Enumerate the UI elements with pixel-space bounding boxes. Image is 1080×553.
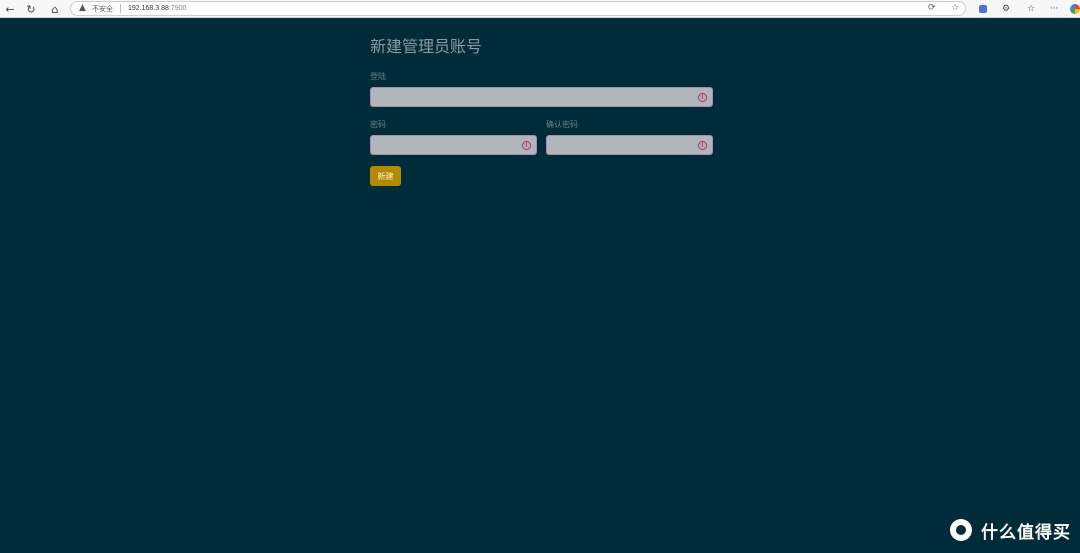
extension-badge-icon[interactable]: [976, 1, 990, 17]
browser-toolbar: ← ↻ ⌂ ▲ 不安全 192.168.3.88:7900 ⟳ ☆ ⚙ ☆ ··…: [0, 0, 1080, 18]
star-icon[interactable]: ☆: [951, 3, 959, 13]
watermark-text: 什么值得买: [981, 522, 1071, 543]
page-title: 新建管理员账号: [370, 37, 483, 56]
create-admin-form: 新建管理员账号 登陆 ! 密码 ! 确认密码 ! 新建: [370, 37, 713, 186]
translate-icon[interactable]: ⟳: [928, 3, 936, 13]
create-button[interactable]: 新建: [370, 166, 401, 186]
reload-icon[interactable]: ↻: [23, 1, 39, 17]
password-field[interactable]: !: [370, 135, 537, 157]
confirm-password-input[interactable]: [547, 139, 712, 157]
more-icon[interactable]: ···: [1047, 1, 1061, 17]
watermark-logo-icon: [950, 519, 972, 541]
confirm-password-field[interactable]: !: [546, 135, 713, 157]
error-icon: !: [698, 141, 707, 150]
error-icon: !: [522, 141, 531, 150]
confirm-password-label: 确认密码: [546, 120, 578, 129]
security-status-label[interactable]: 不安全: [92, 3, 113, 15]
login-input[interactable]: [371, 91, 712, 109]
watermark: 什么值得买: [950, 518, 1071, 543]
url-host: 192.168.3.88: [128, 5, 169, 12]
password-input[interactable]: [371, 139, 536, 157]
profile-icon[interactable]: [1068, 1, 1080, 17]
error-icon: !: [698, 93, 707, 102]
back-icon[interactable]: ←: [2, 1, 18, 17]
extensions-puzzle-icon[interactable]: ⚙: [999, 1, 1013, 17]
url-text[interactable]: 192.168.3.88:7900: [128, 3, 186, 15]
password-label: 密码: [370, 120, 386, 129]
favorites-icon[interactable]: ☆: [1024, 1, 1038, 17]
url-port: :7900: [168, 5, 187, 12]
home-icon[interactable]: ⌂: [47, 1, 63, 17]
login-label: 登陆: [370, 72, 386, 81]
login-field[interactable]: !: [370, 87, 713, 109]
address-separator: [120, 4, 121, 13]
warning-icon[interactable]: ▲: [79, 3, 86, 13]
address-bar[interactable]: ▲ 不安全 192.168.3.88:7900 ⟳ ☆: [70, 1, 966, 16]
